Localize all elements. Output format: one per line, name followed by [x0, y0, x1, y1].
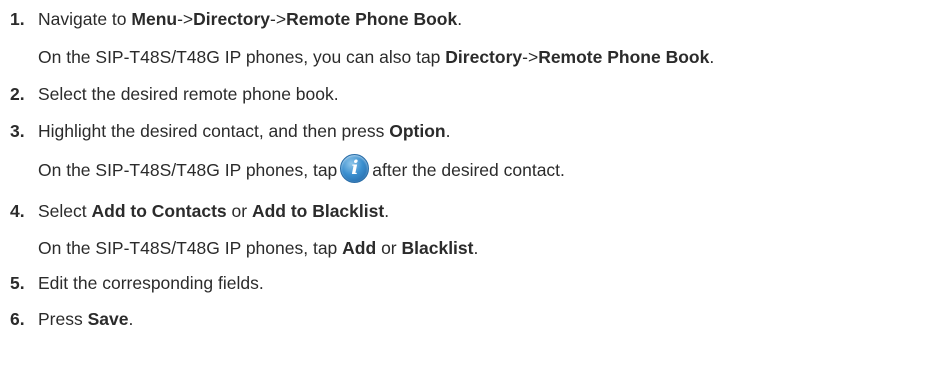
step-number: 6.	[10, 309, 25, 329]
step-4: 4. Select Add to Contacts or Add to Blac…	[0, 196, 942, 226]
step-2: 2. Select the desired remote phone book.	[0, 79, 942, 109]
step-text: Select the desired remote phone book.	[38, 84, 339, 104]
step-number: 5.	[10, 273, 25, 293]
step-text: Highlight the desired contact, and then …	[38, 121, 451, 141]
step-1: 1. Navigate to Menu->Directory->Remote P…	[0, 4, 942, 34]
remote-phone-book-term: Remote Phone Book	[538, 47, 710, 67]
step-number: 1.	[10, 9, 25, 29]
directory-term: Directory	[193, 9, 270, 29]
step-6: 6. Press Save.	[0, 304, 942, 334]
step-note-text: On the SIP-T48S/T48G IP phones, you can …	[38, 47, 715, 67]
info-icon: i	[340, 153, 370, 183]
add-term: Add	[342, 238, 377, 258]
step-text: Edit the corresponding fields.	[38, 273, 264, 293]
step-text: Select Add to Contacts or Add to Blackli…	[38, 201, 390, 221]
step-5: 5. Edit the corresponding fields.	[0, 268, 942, 298]
step-note-text: On the SIP-T48S/T48G IP phones, tap i afte…	[38, 153, 565, 185]
step-note-text: On the SIP-T48S/T48G IP phones, tap Add …	[38, 238, 479, 258]
blacklist-term: Blacklist	[401, 238, 474, 258]
step-number: 4.	[10, 201, 25, 221]
remote-phone-book-term: Remote Phone Book	[286, 9, 458, 29]
step-3-note: On the SIP-T48S/T48G IP phones, tap i afte…	[0, 153, 942, 185]
option-term: Option	[389, 121, 446, 141]
step-number: 2.	[10, 84, 25, 104]
step-1-note: On the SIP-T48S/T48G IP phones, you can …	[0, 42, 942, 72]
menu-term: Menu	[131, 9, 178, 29]
add-to-blacklist-term: Add to Blacklist	[251, 201, 385, 221]
step-3: 3. Highlight the desired contact, and th…	[0, 116, 942, 146]
step-text: Press Save.	[38, 309, 134, 329]
step-text: Navigate to Menu->Directory->Remote Phon…	[38, 9, 463, 29]
add-to-contacts-term: Add to Contacts	[91, 201, 227, 221]
step-4-note: On the SIP-T48S/T48G IP phones, tap Add …	[0, 233, 942, 263]
directory-term: Directory	[445, 47, 523, 67]
step-number: 3.	[10, 121, 25, 141]
save-term: Save	[87, 309, 129, 329]
